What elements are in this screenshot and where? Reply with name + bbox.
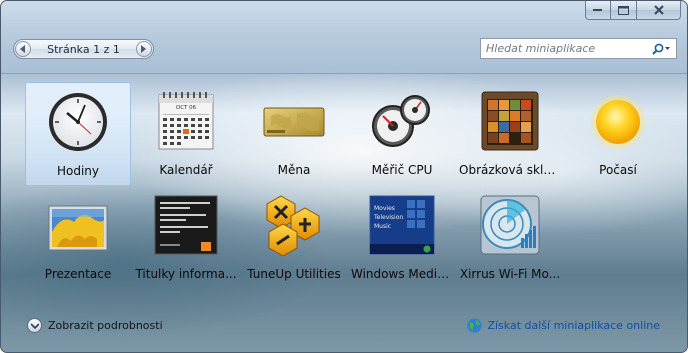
gadget-label: Prezentace [44, 267, 112, 281]
maximize-icon [618, 5, 629, 15]
search-button[interactable] [646, 39, 676, 58]
footer: Zobrazit podrobnosti Získat další miniap… [1, 302, 687, 352]
tuneup-utilities-icon [266, 195, 320, 256]
wifi-monitor-icon [480, 195, 540, 255]
media-menu-item: Television [373, 214, 403, 221]
get-more-gadgets-online: Získat další miniaplikace online [467, 318, 660, 333]
page-navigator: Stránka 1 z 1 [13, 39, 154, 59]
next-page-button[interactable] [136, 41, 152, 57]
chevron-right-icon [141, 45, 146, 53]
gadget-label: Počasí [599, 163, 637, 177]
maximize-button[interactable] [611, 1, 637, 20]
gadget-tile-media-center[interactable]: Movies Television Music Windows Media... [349, 186, 455, 290]
gadget-label: Měřič CPU [371, 163, 433, 177]
close-icon [653, 5, 664, 15]
calendar-icon: OCT 06 [158, 92, 214, 150]
show-details-label: Zobrazit podrobnosti [48, 319, 163, 332]
search-input[interactable] [481, 41, 646, 56]
gadget-label: Titulky informa... [135, 267, 237, 281]
gadget-tile-slideshow[interactable]: Prezentace [25, 186, 131, 290]
gadget-label: Hodiny [56, 164, 100, 178]
media-center-icon: Movies Television Music [369, 195, 435, 255]
show-details-toggle[interactable]: Zobrazit podrobnosti [27, 318, 163, 333]
globe-icon [467, 318, 482, 333]
gadget-tile-calendar[interactable]: OCT 06 Kalendář [133, 82, 239, 186]
media-menu-item: Music [374, 223, 391, 230]
currency-icon [263, 107, 325, 137]
gadget-tile-cpu-meter[interactable]: Měřič CPU [349, 82, 455, 186]
gadget-label: Obrázková sklá... [459, 163, 563, 177]
page-indicator: Stránka 1 z 1 [47, 42, 120, 56]
gadget-tile-feed-headlines[interactable]: Titulky informa... [133, 186, 239, 290]
get-more-gadgets-link[interactable]: Získat další miniaplikace online [487, 319, 660, 332]
gadget-gallery-window: Stránka 1 z 1 Hledat miniaplikace Hodiny… [0, 0, 688, 353]
feed-headlines-icon [154, 195, 218, 255]
gadget-tile-clock[interactable]: Hodiny [25, 82, 131, 186]
minimize-icon [593, 9, 602, 11]
cpu-meter-icon [372, 95, 430, 147]
gadget-label: Xirrus Wi-Fi Mo... [459, 267, 561, 281]
gadget-label: Windows Media... [351, 267, 455, 281]
search-icon [652, 43, 670, 55]
media-menu-item: Movies [374, 205, 395, 212]
gadget-tile-picture-puzzle[interactable]: Obrázková sklá... [457, 82, 563, 186]
chevron-down-icon [27, 318, 42, 333]
search-box [480, 38, 677, 59]
gadget-tile-wifi-monitor[interactable]: Xirrus Wi-Fi Mo... [457, 186, 563, 290]
caption-buttons [585, 1, 681, 20]
picture-puzzle-icon [481, 91, 539, 151]
clock-icon [49, 93, 107, 151]
gadget-tile-currency[interactable]: Měna [241, 82, 347, 186]
gadget-label: TuneUp Utilities [247, 267, 341, 281]
close-button[interactable] [637, 1, 681, 20]
chevron-left-icon [20, 45, 25, 53]
previous-page-button[interactable] [15, 41, 31, 57]
slideshow-icon [48, 205, 108, 251]
gadget-label: Měna [277, 163, 311, 177]
calendar-month: OCT 06 [176, 105, 197, 111]
gadget-label: Kalendář [159, 163, 213, 177]
gadget-tile-weather[interactable]: Počasí [565, 82, 671, 186]
gadget-tile-tuneup-utilities[interactable]: TuneUp Utilities [241, 186, 347, 290]
minimize-button[interactable] [585, 1, 611, 20]
weather-sun-icon [591, 95, 645, 149]
